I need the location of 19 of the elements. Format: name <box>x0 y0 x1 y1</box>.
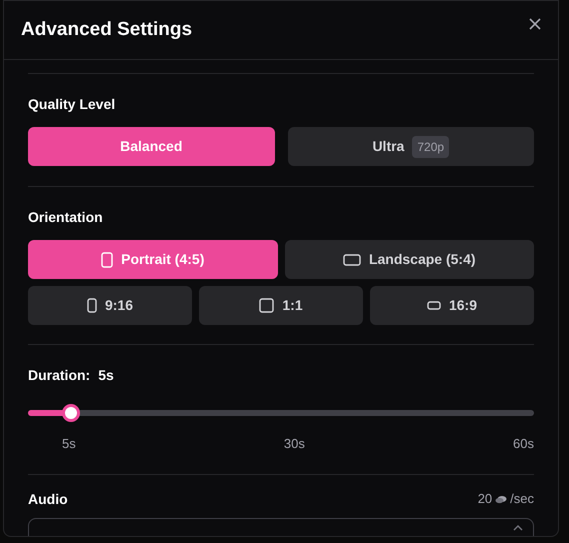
credit-amount: 20 <box>478 490 492 508</box>
aspect-option[interactable]: 16:9 <box>370 286 534 325</box>
section-label: Audio <box>28 490 68 508</box>
tick-label: 5s <box>62 435 76 453</box>
section-label: Duration: <box>28 366 90 385</box>
credit-unit: /sec <box>510 490 534 508</box>
quality-option[interactable]: Balanced <box>28 127 274 166</box>
tick-label: 30s <box>284 435 305 453</box>
aspect-option[interactable]: Landscape (5:4) <box>284 240 534 279</box>
tick-label: 60s <box>513 435 534 453</box>
quality-option[interactable]: Ultra 720p <box>288 127 534 166</box>
aspect-option[interactable]: 9:16 <box>28 286 192 325</box>
duration-value: 5s <box>98 366 114 385</box>
section-label: Orientation <box>28 208 104 227</box>
section-label: Quality Level <box>28 95 116 114</box>
aspect-option[interactable]: Portrait (4:5) <box>28 240 278 279</box>
aspect-option[interactable]: 1:1 <box>199 286 363 325</box>
dialog-title: Advanced Settings <box>21 18 192 42</box>
resolution-tag: 720p <box>412 136 450 158</box>
